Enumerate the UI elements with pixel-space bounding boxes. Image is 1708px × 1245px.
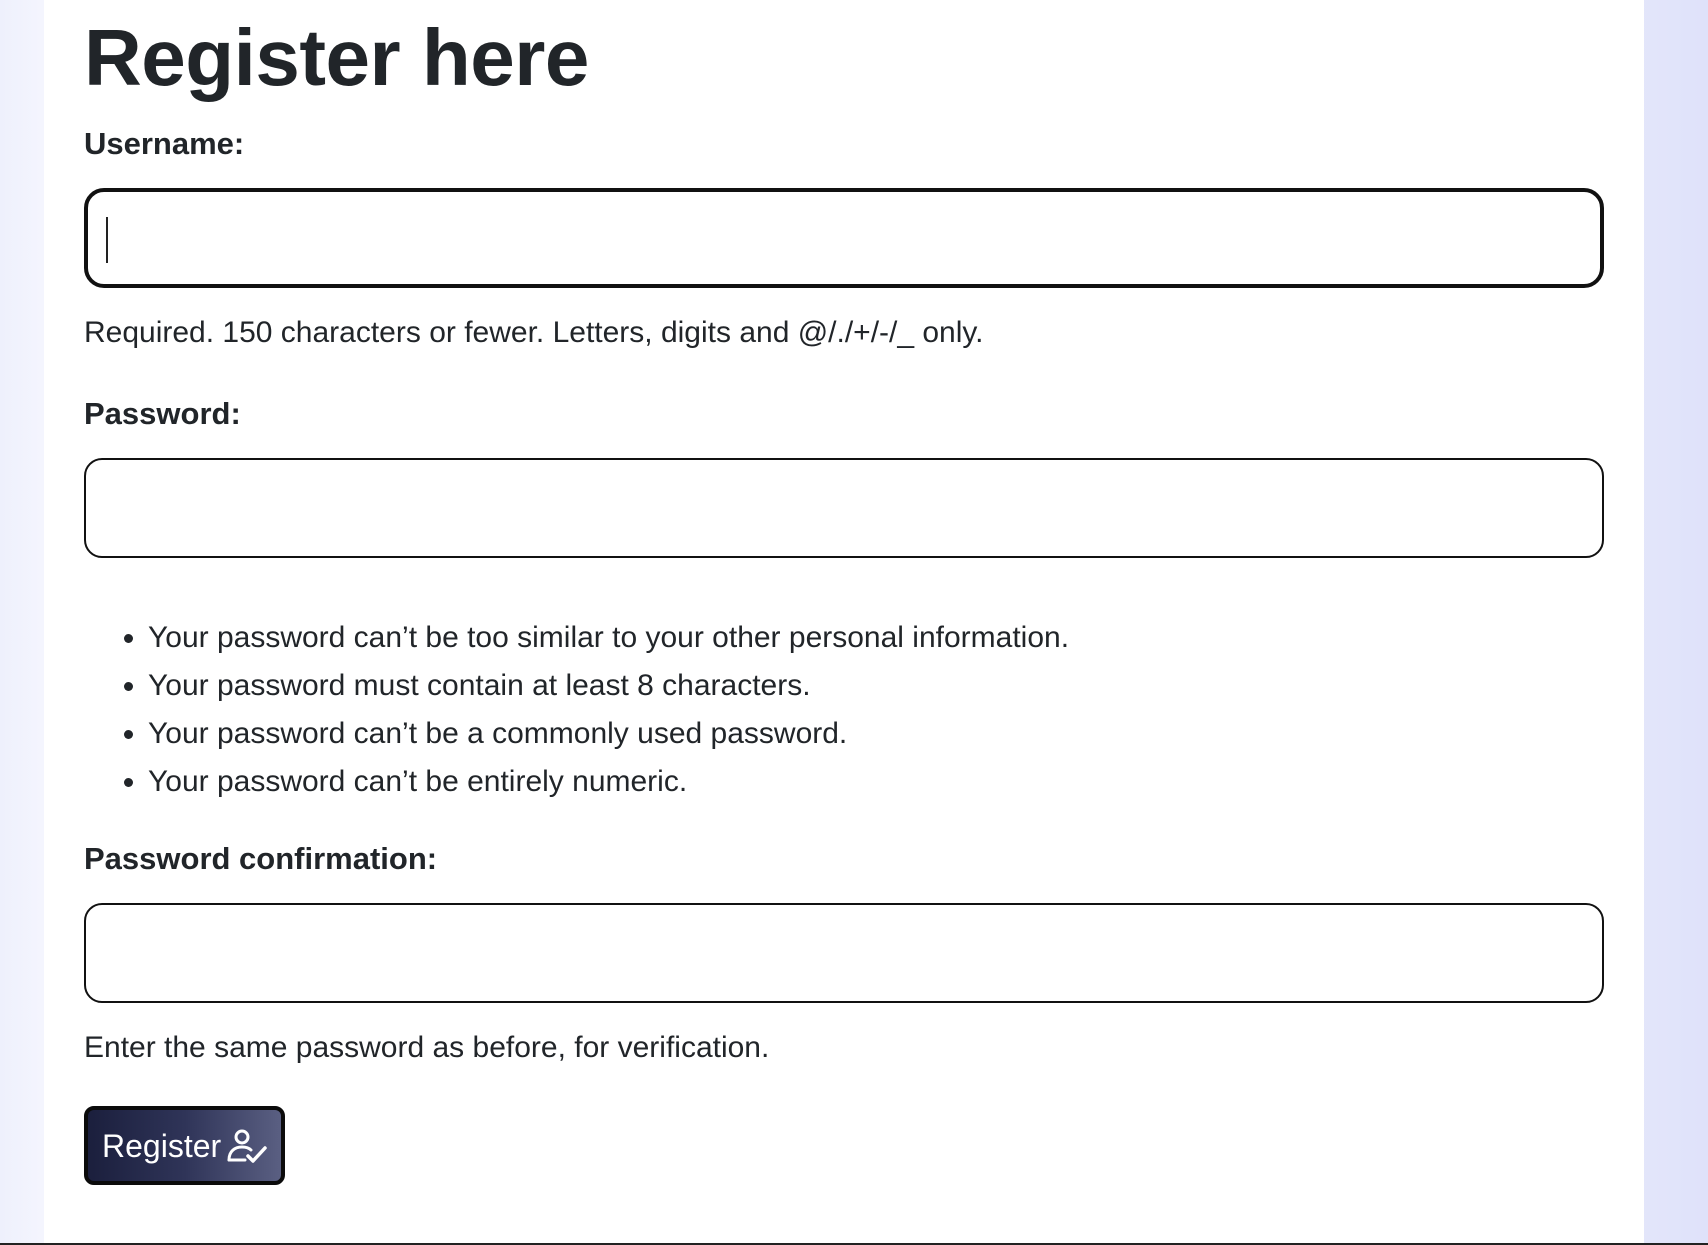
password-input[interactable] — [84, 458, 1604, 558]
password-rule: Your password can’t be a commonly used p… — [148, 710, 1069, 758]
password-confirmation-label: Password confirmation: — [84, 841, 438, 876]
password-rules-list: Your password can’t be too similar to yo… — [84, 614, 1069, 806]
person-check-icon — [225, 1126, 269, 1166]
username-input[interactable] — [84, 188, 1604, 288]
register-button-label: Register — [102, 1127, 222, 1164]
password-label: Password: — [84, 396, 241, 431]
username-label: Username: — [84, 126, 245, 161]
password-confirmation-help-text: Enter the same password as before, for v… — [84, 1031, 770, 1064]
password-rule: Your password can’t be entirely numeric. — [148, 758, 1069, 806]
text-caret — [106, 217, 108, 263]
page-title: Register here — [84, 13, 589, 102]
password-rule: Your password can’t be too similar to yo… — [148, 614, 1069, 662]
password-confirmation-input[interactable] — [84, 903, 1604, 1003]
password-rule: Your password must contain at least 8 ch… — [148, 662, 1069, 710]
register-button[interactable]: Register — [84, 1106, 285, 1185]
username-help-text: Required. 150 characters or fewer. Lette… — [84, 316, 984, 349]
